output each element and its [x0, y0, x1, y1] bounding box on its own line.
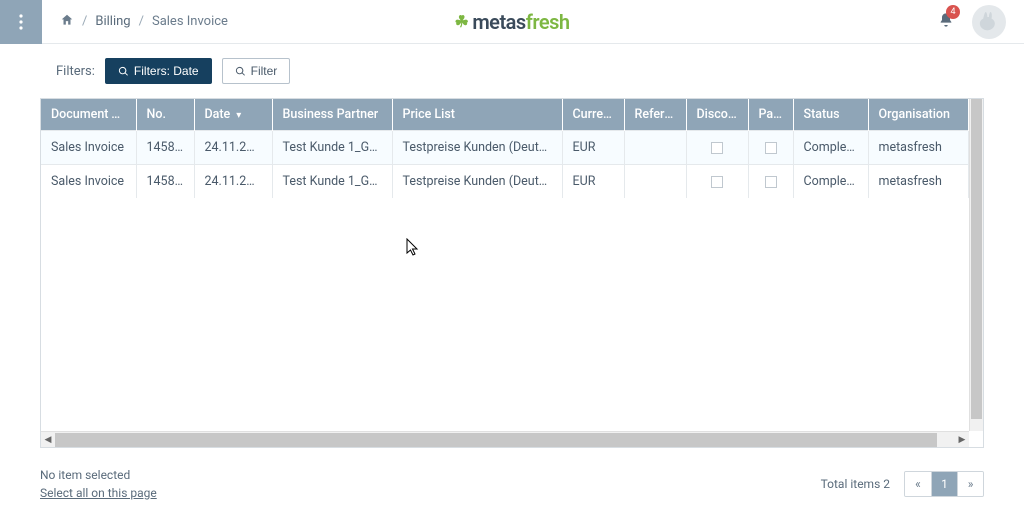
- logo-text-1: metas: [472, 10, 525, 34]
- cell-reference: [624, 165, 686, 199]
- col-document-type[interactable]: Document Type: [41, 99, 136, 131]
- table-row[interactable]: Sales Invoice 145813 24.11.2017 Test Kun…: [41, 165, 969, 199]
- cell-org: metasfresh: [868, 165, 969, 199]
- app-header: / Billing / Sales Invoice ☘ metasfresh 4: [0, 0, 1024, 44]
- col-status[interactable]: Status: [793, 99, 868, 131]
- scroll-right-icon[interactable]: ▶: [955, 432, 969, 448]
- filters-row: Filters: Filters: Date Filter: [0, 44, 1024, 98]
- total-items-label: Total items 2: [821, 477, 890, 491]
- checkbox-icon: [765, 176, 777, 188]
- checkbox-icon: [711, 142, 723, 154]
- checkbox-icon: [765, 142, 777, 154]
- breadcrumb-sep: /: [139, 14, 144, 29]
- user-avatar[interactable]: [972, 5, 1006, 39]
- scrollbar-thumb[interactable]: [971, 99, 982, 419]
- cell-status: Completed: [793, 165, 868, 199]
- cell-discount: [686, 165, 748, 199]
- pager-current[interactable]: 1: [931, 472, 957, 496]
- cell-doc-type: Sales Invoice: [41, 165, 136, 199]
- home-icon[interactable]: [60, 13, 74, 31]
- notifications-button[interactable]: 4: [938, 11, 954, 33]
- rabbit-icon: [979, 10, 999, 34]
- cell-status: Completed: [793, 131, 868, 165]
- cell-date: 24.11.2017: [194, 131, 272, 165]
- cell-date: 24.11.2017: [194, 165, 272, 199]
- cell-currency: EUR: [562, 131, 624, 165]
- select-all-link[interactable]: Select all on this page: [40, 484, 157, 502]
- cell-discount: [686, 131, 748, 165]
- cell-no: 145813: [136, 165, 194, 199]
- search-icon: [118, 66, 129, 77]
- invoice-table: Document Type No. Date Business Partner …: [41, 99, 969, 198]
- scroll-left-icon[interactable]: ◀: [41, 432, 55, 448]
- logo-text-2: fresh: [526, 10, 570, 34]
- breadcrumb: / Billing / Sales Invoice: [60, 13, 228, 31]
- col-organisation[interactable]: Organisation: [868, 99, 969, 131]
- add-filter-label: Filter: [251, 64, 278, 78]
- search-icon: [235, 66, 246, 77]
- main-menu-button[interactable]: [0, 0, 42, 44]
- horizontal-scrollbar[interactable]: ◀ ▶: [41, 431, 969, 447]
- cell-bp: Test Kunde 1_G0001: [272, 131, 392, 165]
- cell-currency: EUR: [562, 165, 624, 199]
- notification-badge: 4: [946, 5, 960, 19]
- col-business-partner[interactable]: Business Partner: [272, 99, 392, 131]
- scrollbar-track[interactable]: [55, 432, 955, 448]
- pager-prev[interactable]: «: [905, 472, 931, 496]
- col-no[interactable]: No.: [136, 99, 194, 131]
- filters-label: Filters:: [56, 64, 95, 79]
- cell-no: 145812: [136, 131, 194, 165]
- breadcrumb-sep: /: [82, 14, 87, 29]
- col-price-list[interactable]: Price List: [392, 99, 562, 131]
- col-discount[interactable]: Discount …: [686, 99, 748, 131]
- cell-paid: [748, 165, 793, 199]
- footer-left: No item selected Select all on this page: [40, 466, 157, 502]
- cell-bp: Test Kunde 1_G0001: [272, 165, 392, 199]
- breadcrumb-level2[interactable]: Sales Invoice: [152, 14, 228, 29]
- app-logo: ☘ metasfresh: [454, 10, 569, 34]
- col-paid[interactable]: Paid: [748, 99, 793, 131]
- active-filter-date[interactable]: Filters: Date: [105, 58, 212, 84]
- invoice-table-wrapper: Document Type No. Date Business Partner …: [40, 98, 984, 448]
- cell-price-list: Testpreise Kunden (Deutschla…: [392, 131, 562, 165]
- table-row[interactable]: Sales Invoice 145812 24.11.2017 Test Kun…: [41, 131, 969, 165]
- scrollbar-thumb[interactable]: [55, 433, 937, 447]
- col-date[interactable]: Date: [194, 99, 272, 131]
- leaf-icon: ☘: [454, 12, 468, 31]
- cell-price-list: Testpreise Kunden (Deutschla…: [392, 165, 562, 199]
- cell-paid: [748, 131, 793, 165]
- pager: « 1 »: [904, 471, 984, 497]
- cell-reference: [624, 131, 686, 165]
- header-right: 4: [938, 5, 1024, 39]
- footer-right: Total items 2 « 1 »: [821, 471, 984, 497]
- col-reference[interactable]: Reference: [624, 99, 686, 131]
- selection-status: No item selected: [40, 466, 157, 484]
- pager-next[interactable]: »: [957, 472, 983, 496]
- table-footer: No item selected Select all on this page…: [40, 466, 984, 502]
- cell-org: metasfresh: [868, 131, 969, 165]
- add-filter-button[interactable]: Filter: [222, 58, 291, 84]
- vertical-scrollbar[interactable]: [969, 99, 983, 431]
- col-currency[interactable]: Currency: [562, 99, 624, 131]
- kebab-icon: [19, 14, 23, 30]
- table-header-row: Document Type No. Date Business Partner …: [41, 99, 969, 131]
- breadcrumb-level1[interactable]: Billing: [95, 14, 130, 29]
- active-filter-label: Filters: Date: [134, 64, 199, 78]
- cell-doc-type: Sales Invoice: [41, 131, 136, 165]
- checkbox-icon: [711, 176, 723, 188]
